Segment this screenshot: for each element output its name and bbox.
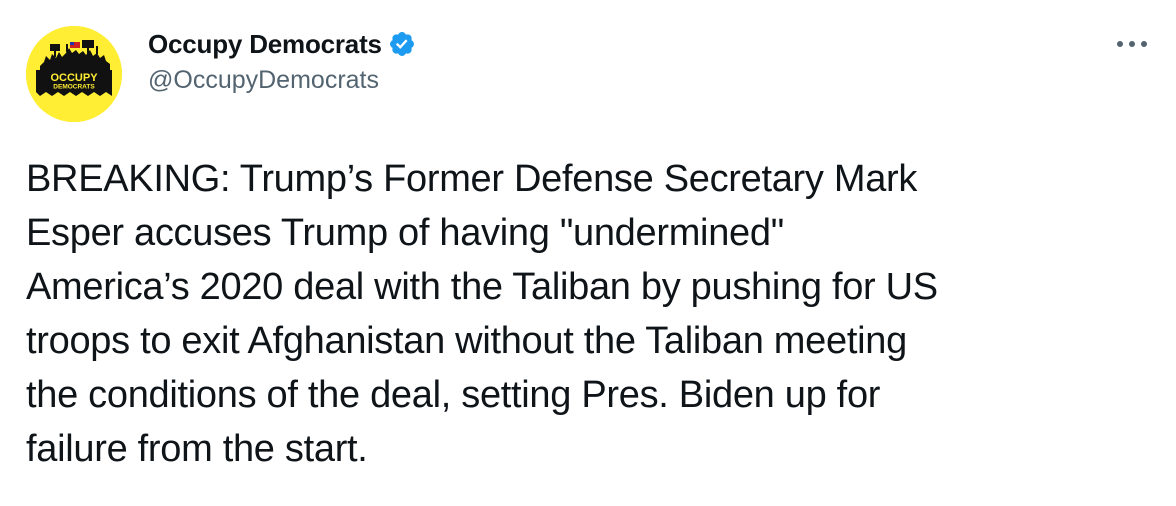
more-horizontal-icon bbox=[1117, 41, 1147, 47]
avatar-line1: OCCUPY bbox=[50, 72, 98, 84]
avatar[interactable]: OCCUPY DEMOCRATS bbox=[26, 26, 122, 122]
tweet-text: BREAKING: Trump’s Former Defense Secreta… bbox=[26, 158, 938, 470]
author-handle[interactable]: @OccupyDemocrats bbox=[148, 66, 416, 95]
verified-badge-icon bbox=[388, 30, 416, 58]
tweet-card[interactable]: OCCUPY DEMOCRATS Occupy Democrats @Occup… bbox=[0, 0, 1176, 506]
occupy-democrats-logo: OCCUPY DEMOCRATS bbox=[26, 26, 122, 122]
display-name[interactable]: Occupy Democrats bbox=[148, 29, 382, 60]
name-row: Occupy Democrats bbox=[148, 28, 416, 60]
author-info: Occupy Democrats @OccupyDemocrats bbox=[148, 28, 416, 95]
more-options-button[interactable] bbox=[1112, 30, 1152, 58]
avatar-line2: DEMOCRATS bbox=[53, 84, 95, 91]
